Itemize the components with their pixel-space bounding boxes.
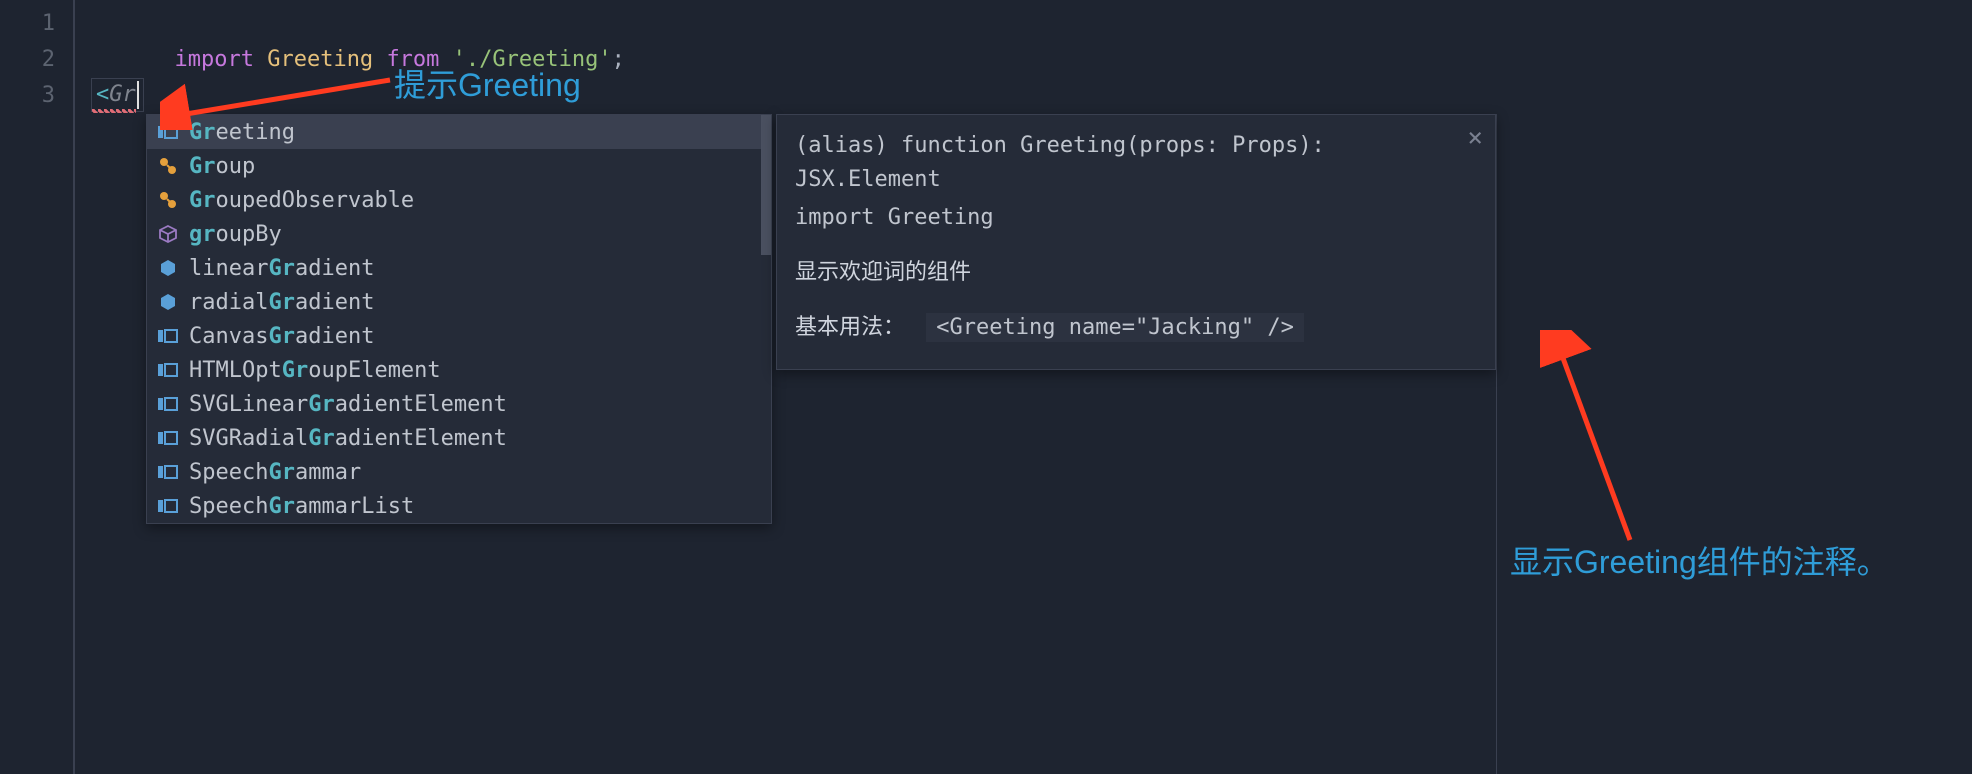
doc-usage: 基本用法： <Greeting name="Jacking" /> xyxy=(795,309,1477,341)
autocomplete-label: SVGRadialGradientElement xyxy=(189,426,507,451)
autocomplete-label: SpeechGrammar xyxy=(189,460,361,485)
text-cursor xyxy=(137,81,139,109)
autocomplete-label: SVGLinearGradientElement xyxy=(189,392,507,417)
class-icon xyxy=(155,191,181,209)
block-icon xyxy=(155,498,181,514)
autocomplete-item[interactable]: GroupedObservable xyxy=(147,183,771,217)
autocomplete-item[interactable]: Group xyxy=(147,149,771,183)
doc-usage-code: <Greeting name="Jacking" /> xyxy=(926,313,1304,342)
autocomplete-popup: Greeting Group GroupedObservable groupBy lin… xyxy=(146,114,772,524)
autocomplete-label: CanvasGradient xyxy=(189,324,374,349)
doc-import-line: import Greeting xyxy=(795,201,1477,235)
code-line-1[interactable]: import Greeting from './Greeting'; xyxy=(95,6,1972,42)
partial-identifier: Gr xyxy=(109,77,136,113)
autocomplete-label: Group xyxy=(189,154,255,179)
line-number: 2 xyxy=(0,42,73,78)
autocomplete-item[interactable]: radialGradient xyxy=(147,285,771,319)
autocomplete-label: HTMLOptGroupElement xyxy=(189,358,441,383)
autocomplete-item[interactable]: HTMLOptGroupElement xyxy=(147,353,771,387)
error-squiggle xyxy=(92,109,136,113)
line-number-gutter: 1 2 3 xyxy=(0,0,75,774)
class-icon xyxy=(155,157,181,175)
doc-border-extension xyxy=(1496,114,1497,774)
line-number: 1 xyxy=(0,6,73,42)
jsx-open-bracket: < xyxy=(96,77,109,113)
documentation-popup: × (alias) function Greeting(props: Props… xyxy=(776,114,1496,370)
block-icon xyxy=(155,124,181,140)
close-icon[interactable]: × xyxy=(1467,123,1483,153)
line-number: 3 xyxy=(0,78,73,114)
autocomplete-item[interactable]: groupBy xyxy=(147,217,771,251)
autocomplete-label: GroupedObservable xyxy=(189,188,414,213)
cube-icon xyxy=(155,225,181,243)
block-icon xyxy=(155,362,181,378)
block-icon xyxy=(155,328,181,344)
block-icon xyxy=(155,430,181,446)
code-line-2[interactable] xyxy=(95,42,1972,78)
autocomplete-item[interactable]: SVGRadialGradientElement xyxy=(147,421,771,455)
block-icon xyxy=(155,396,181,412)
autocomplete-item[interactable]: CanvasGradient xyxy=(147,319,771,353)
code-line-3[interactable]: <Gr xyxy=(95,78,1972,114)
hex-icon xyxy=(155,293,181,311)
doc-description: 显示欢迎词的组件 xyxy=(795,255,1477,289)
autocomplete-item[interactable]: Greeting xyxy=(147,115,771,149)
autocomplete-item[interactable]: SpeechGrammarList xyxy=(147,489,771,523)
block-icon xyxy=(155,464,181,480)
autocomplete-item[interactable]: SVGLinearGradientElement xyxy=(147,387,771,421)
autocomplete-label: groupBy xyxy=(189,222,282,247)
autocomplete-item[interactable]: SpeechGrammar xyxy=(147,455,771,489)
autocomplete-label: SpeechGrammarList xyxy=(189,494,414,519)
autocomplete-scrollbar[interactable] xyxy=(761,115,771,255)
autocomplete-label: Greeting xyxy=(189,120,295,145)
autocomplete-label: radialGradient xyxy=(189,290,374,315)
doc-signature: (alias) function Greeting(props: Props):… xyxy=(795,129,1477,197)
hex-icon xyxy=(155,259,181,277)
doc-usage-label: 基本用法： xyxy=(795,314,905,339)
autocomplete-label: linearGradient xyxy=(189,256,374,281)
autocomplete-item[interactable]: linearGradient xyxy=(147,251,771,285)
